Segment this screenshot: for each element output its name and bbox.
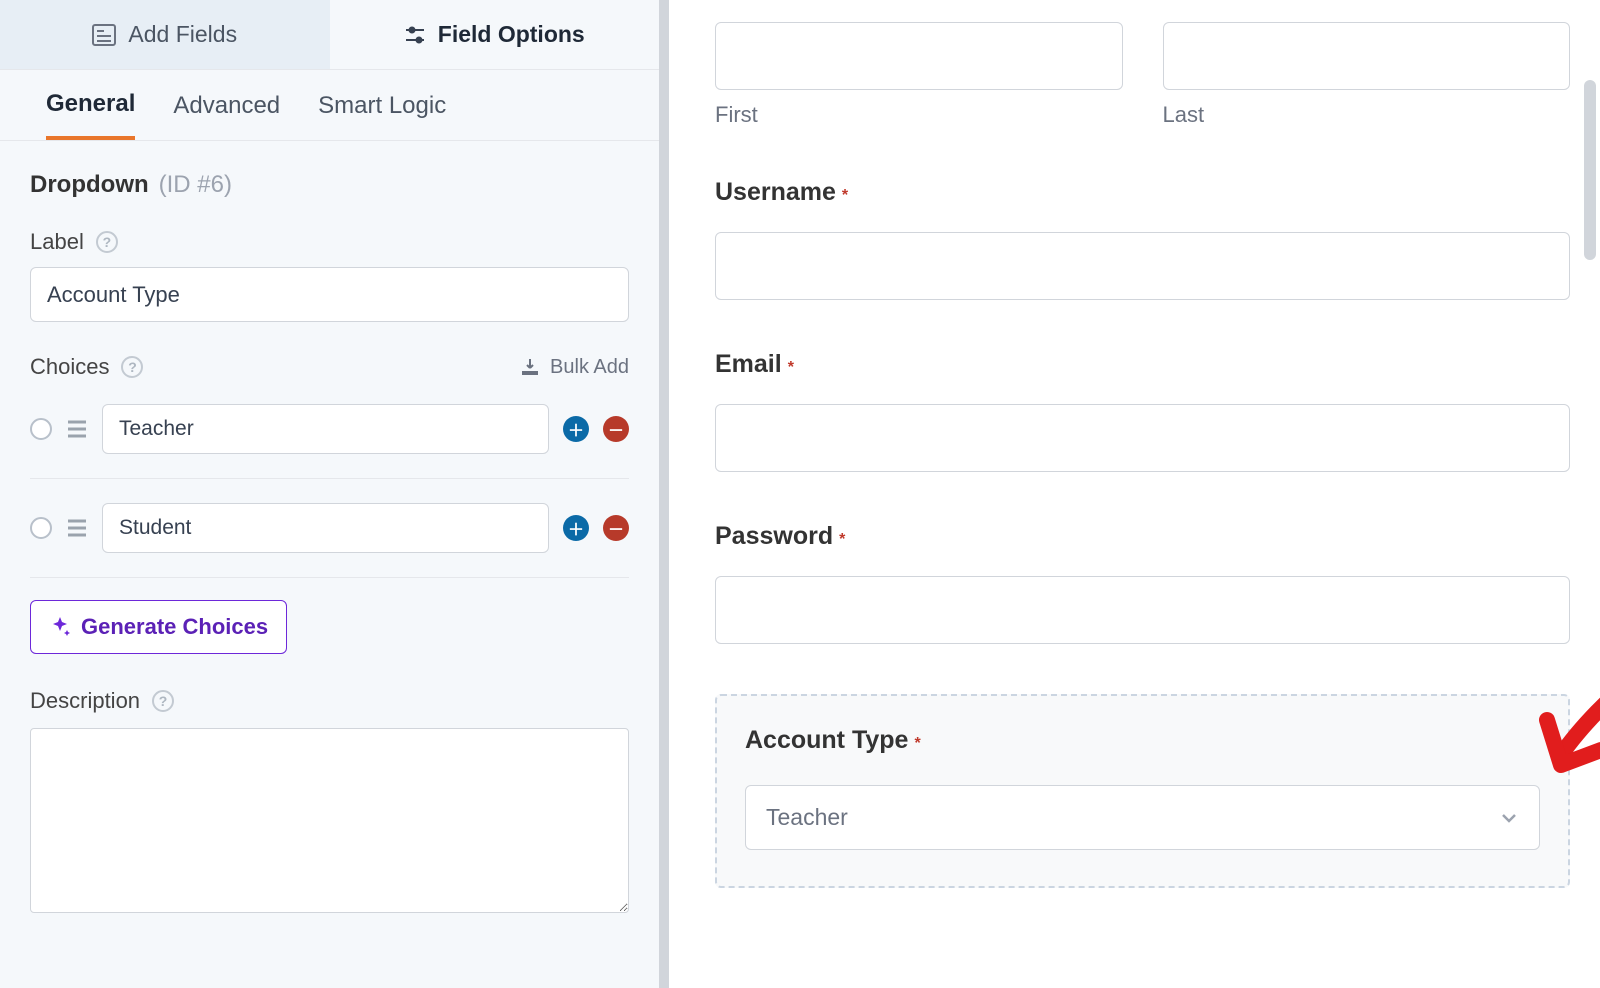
help-icon[interactable]: ? — [152, 690, 174, 712]
add-choice-button[interactable]: ＋ — [563, 515, 589, 541]
sparkle-icon — [49, 616, 71, 638]
first-sublabel: First — [715, 102, 1123, 128]
username-label: Username — [715, 178, 836, 206]
last-name-input[interactable] — [1163, 22, 1571, 90]
scrollbar[interactable] — [1582, 0, 1598, 988]
username-input[interactable] — [715, 232, 1570, 300]
tab-label: Add Fields — [128, 21, 237, 48]
choice-input[interactable] — [102, 404, 549, 454]
label-input[interactable] — [30, 267, 629, 322]
account-type-label: Account Type — [745, 726, 908, 754]
required-asterisk: * — [914, 735, 920, 752]
required-asterisk: * — [788, 359, 794, 376]
username-field: Username * — [715, 178, 1600, 300]
sub-tabs: General Advanced Smart Logic — [0, 70, 659, 141]
chevron-down-icon — [1499, 808, 1519, 828]
remove-choice-button[interactable]: － — [603, 515, 629, 541]
subtab-smart-logic[interactable]: Smart Logic — [318, 92, 446, 138]
select-value: Teacher — [766, 804, 848, 831]
label-heading: Label — [30, 229, 84, 255]
password-input[interactable] — [715, 576, 1570, 644]
first-name-input[interactable] — [715, 22, 1123, 90]
generate-choices-label: Generate Choices — [81, 614, 268, 640]
download-icon — [520, 357, 540, 377]
tab-add-fields[interactable]: Add Fields — [0, 0, 330, 70]
tab-label: Field Options — [438, 21, 585, 48]
field-type: Dropdown — [30, 171, 149, 199]
sliders-icon — [404, 24, 426, 46]
add-choice-button[interactable]: ＋ — [563, 416, 589, 442]
password-field: Password * — [715, 522, 1600, 644]
default-radio[interactable] — [30, 517, 52, 539]
generate-choices-button[interactable]: Generate Choices — [30, 600, 287, 654]
help-icon[interactable]: ? — [96, 231, 118, 253]
description-heading: Description — [30, 688, 140, 714]
drag-handle-icon[interactable] — [66, 419, 88, 439]
required-asterisk: * — [839, 531, 845, 548]
remove-choice-button[interactable]: － — [603, 416, 629, 442]
form-preview: First Last Username * Email * Password * Ac… — [669, 0, 1600, 988]
top-tabs: Add Fields Field Options — [0, 0, 659, 70]
builder-sidebar: Add Fields Field Options General Advance… — [0, 0, 669, 988]
choice-row: ＋ － — [30, 479, 629, 578]
description-input[interactable] — [30, 728, 629, 913]
choice-row: ＋ － — [30, 380, 629, 479]
drag-handle-icon[interactable] — [66, 518, 88, 538]
tab-field-options[interactable]: Field Options — [330, 0, 660, 70]
email-field: Email * — [715, 350, 1600, 472]
field-id: (ID #6) — [159, 171, 232, 199]
choice-input[interactable] — [102, 503, 549, 553]
subtab-general[interactable]: General — [46, 90, 135, 140]
default-radio[interactable] — [30, 418, 52, 440]
email-input[interactable] — [715, 404, 1570, 472]
form-icon — [92, 24, 116, 46]
subtab-advanced[interactable]: Advanced — [173, 92, 280, 138]
choices-heading: Choices — [30, 354, 109, 380]
last-sublabel: Last — [1163, 102, 1571, 128]
account-type-field-selected[interactable]: Account Type * Teacher — [715, 694, 1570, 888]
required-asterisk: * — [842, 187, 848, 204]
password-label: Password — [715, 522, 833, 550]
bulk-add-button[interactable]: Bulk Add — [520, 356, 629, 379]
options-panel: Dropdown (ID #6) Label ? Choices ? Bulk … — [0, 141, 659, 988]
scrollbar-thumb[interactable] — [1584, 80, 1596, 260]
help-icon[interactable]: ? — [121, 356, 143, 378]
account-type-select[interactable]: Teacher — [745, 785, 1540, 850]
bulk-add-label: Bulk Add — [550, 356, 629, 379]
email-label: Email — [715, 350, 782, 378]
